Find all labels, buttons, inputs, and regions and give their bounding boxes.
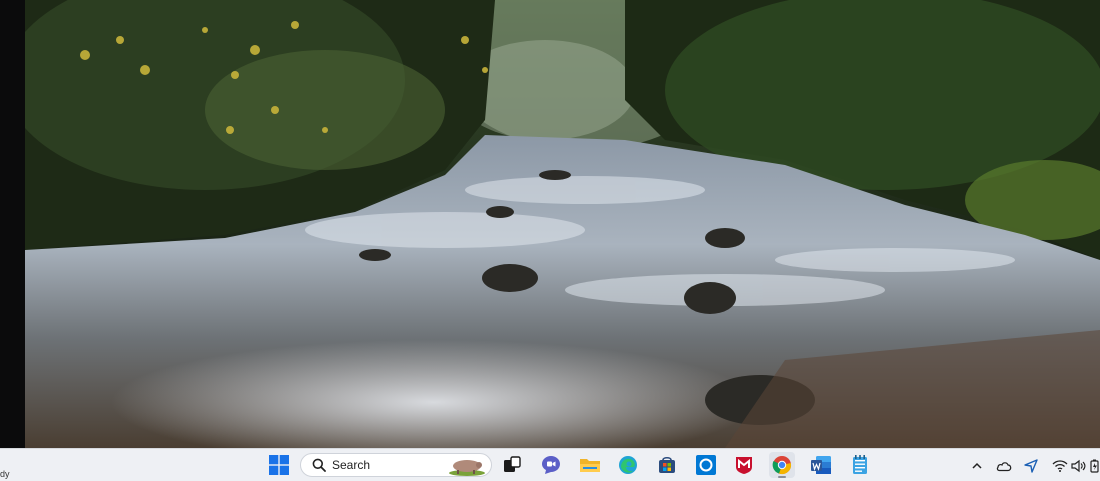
- left-window-edge: [0, 0, 25, 448]
- cortana-button[interactable]: [693, 452, 719, 478]
- search-label: Search: [332, 458, 371, 472]
- volume-icon: [1071, 459, 1086, 473]
- word-icon: [811, 456, 831, 474]
- notepad-icon: [853, 455, 867, 474]
- volume-button[interactable]: [1071, 458, 1087, 474]
- chat-button[interactable]: [538, 452, 564, 478]
- windows-logo-icon: [269, 455, 289, 475]
- active-indicator: [778, 476, 786, 478]
- store-icon: [659, 456, 675, 473]
- search-icon: [312, 458, 326, 472]
- desktop-wallpaper: [25, 0, 1100, 448]
- battery-button[interactable]: [1090, 458, 1100, 474]
- chevron-up-icon: [972, 462, 982, 469]
- word-button[interactable]: [808, 452, 834, 478]
- network-button[interactable]: [1052, 458, 1068, 474]
- notepad-button[interactable]: [847, 452, 873, 478]
- mcafee-button[interactable]: [731, 452, 757, 478]
- store-button[interactable]: [654, 452, 680, 478]
- search-highlight-icon: [449, 460, 485, 476]
- edge-icon: [619, 456, 637, 474]
- mcafee-icon: [736, 457, 752, 474]
- wifi-icon: [1052, 460, 1068, 472]
- start-button[interactable]: [266, 452, 292, 478]
- location-icon: [1024, 459, 1038, 473]
- file-explorer-button[interactable]: [577, 452, 603, 478]
- edge-button[interactable]: [615, 452, 641, 478]
- folder-icon: [580, 459, 600, 472]
- location-button[interactable]: [1023, 458, 1039, 474]
- show-hidden-icons-button[interactable]: [969, 458, 985, 474]
- chrome-icon: [772, 456, 792, 475]
- taskbar-search-box[interactable]: Search: [300, 453, 492, 477]
- task-view-icon: [504, 456, 521, 472]
- onedrive-icon: [996, 462, 1012, 472]
- cortana-icon: [696, 455, 716, 475]
- task-view-button[interactable]: [499, 452, 525, 478]
- battery-icon: [1090, 459, 1099, 473]
- onedrive-button[interactable]: [996, 458, 1012, 474]
- chrome-button[interactable]: [769, 452, 795, 478]
- status-text: dy: [0, 469, 10, 479]
- chat-icon: [542, 456, 560, 474]
